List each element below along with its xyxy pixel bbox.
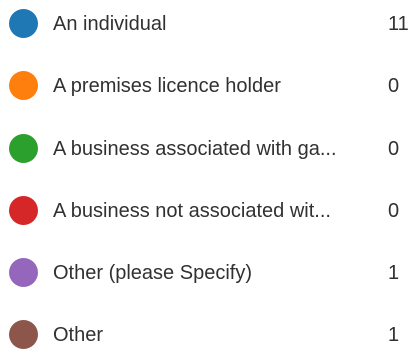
legend-item: An individual 11 — [0, 2, 413, 46]
legend-item-count: 1 — [388, 262, 400, 284]
legend-item-count: 0 — [388, 200, 400, 222]
legend-item: A business associated with ga... 0 — [0, 127, 413, 171]
legend-item-count: 0 — [388, 138, 400, 160]
legend-color-swatch — [9, 258, 38, 287]
response-legend: An individual 11 A premises licence hold… — [0, 0, 413, 349]
legend-item-label: An individual — [53, 13, 167, 35]
legend-color-swatch — [9, 71, 38, 100]
legend-item-count: 1 — [388, 324, 400, 346]
legend-item: Other 1 — [0, 313, 413, 357]
legend-item-count: 11 — [388, 13, 409, 35]
legend-item: A business not associated wit... 0 — [0, 189, 413, 233]
legend-color-swatch — [9, 134, 38, 163]
legend-item-label: Other (please Specify) — [53, 262, 252, 284]
legend-item-label: A business associated with ga... — [53, 138, 337, 160]
legend-color-swatch — [9, 196, 38, 225]
legend-item-label: A premises licence holder — [53, 75, 281, 97]
legend-item: A premises licence holder 0 — [0, 64, 413, 108]
legend-color-swatch — [9, 320, 38, 349]
legend-item-count: 0 — [388, 75, 400, 97]
legend-item-label: A business not associated wit... — [53, 200, 331, 222]
legend-item-label: Other — [53, 324, 104, 346]
legend-color-swatch — [9, 9, 38, 38]
legend-item: Other (please Specify) 1 — [0, 251, 413, 295]
